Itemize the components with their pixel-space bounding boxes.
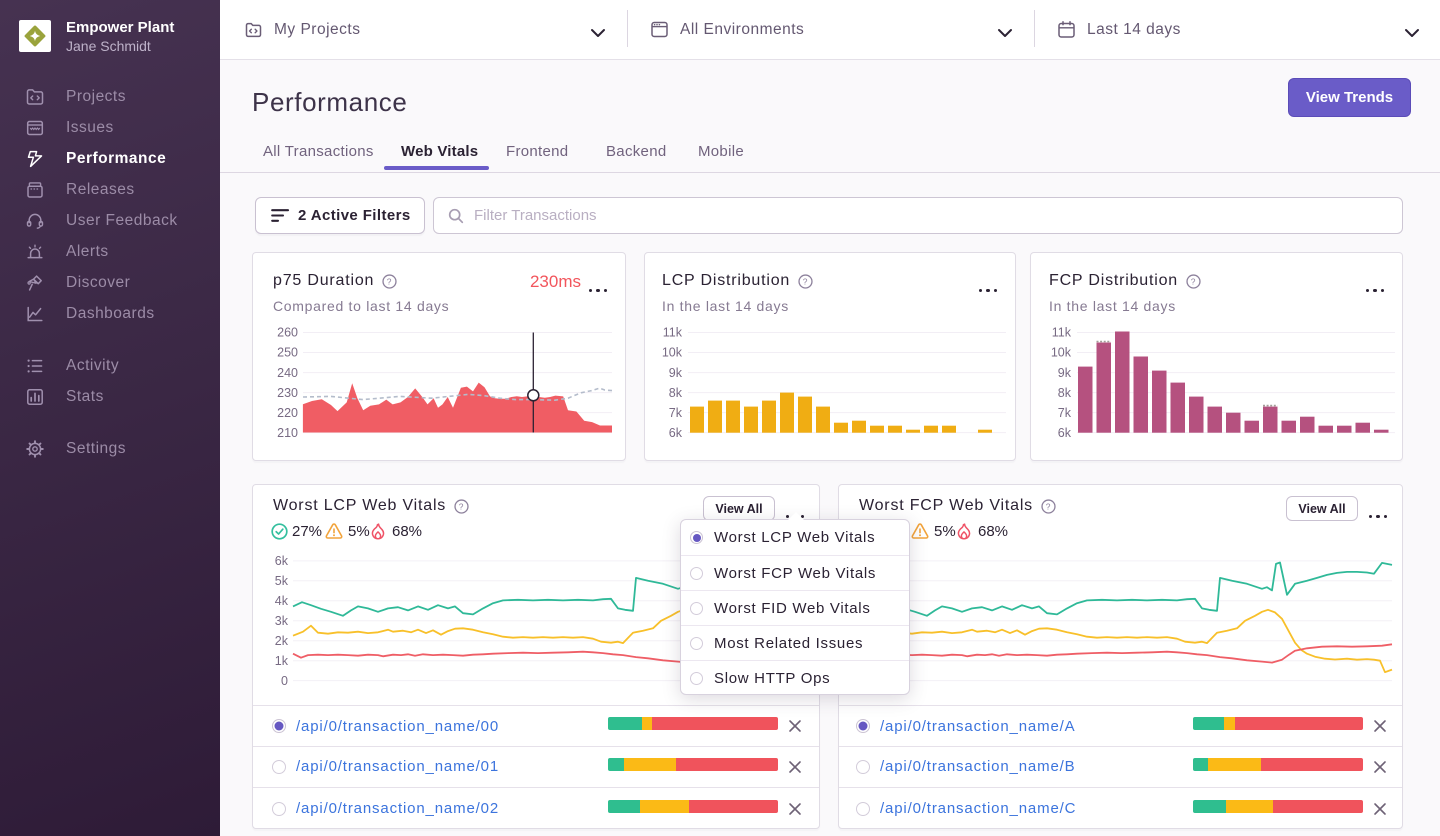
svg-text:11k: 11k xyxy=(1052,326,1072,340)
svg-text:?: ? xyxy=(1046,501,1051,511)
svg-text:10k: 10k xyxy=(662,346,683,360)
svg-text:9k: 9k xyxy=(1058,366,1072,380)
svg-text:240: 240 xyxy=(277,366,298,380)
svg-text:230: 230 xyxy=(277,386,298,400)
svg-text:3k: 3k xyxy=(275,614,289,628)
svg-text:260: 260 xyxy=(277,326,298,340)
svg-text:7k: 7k xyxy=(669,406,683,420)
svg-text:6k: 6k xyxy=(275,554,289,568)
svg-text:6k: 6k xyxy=(669,426,683,440)
svg-text:2k: 2k xyxy=(275,634,289,648)
svg-text:?: ? xyxy=(459,501,464,511)
svg-text:11k: 11k xyxy=(663,326,683,340)
svg-text:250: 250 xyxy=(277,346,298,360)
svg-text:210: 210 xyxy=(277,426,298,440)
svg-text:4k: 4k xyxy=(275,594,289,608)
svg-text:9k: 9k xyxy=(669,366,683,380)
svg-text:8k: 8k xyxy=(1058,386,1072,400)
svg-text:10k: 10k xyxy=(1051,346,1072,360)
svg-text:6k: 6k xyxy=(1058,426,1072,440)
svg-text:5k: 5k xyxy=(275,574,289,588)
svg-text:7k: 7k xyxy=(1058,406,1072,420)
svg-text:8k: 8k xyxy=(669,386,683,400)
svg-text:220: 220 xyxy=(277,406,298,420)
svg-text:0: 0 xyxy=(281,674,288,688)
svg-text:1k: 1k xyxy=(275,654,289,668)
